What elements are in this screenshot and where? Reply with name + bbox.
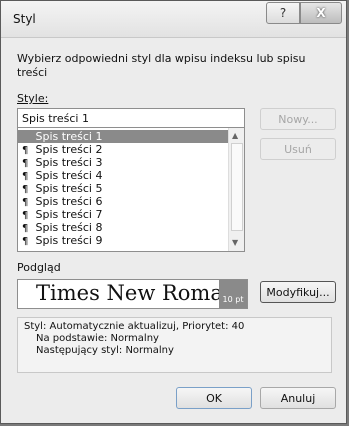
- list-item[interactable]: ¶ Spis treści 8: [18, 221, 228, 234]
- help-icon: ?: [279, 6, 287, 20]
- list-item[interactable]: ¶ Spis treści 6: [18, 195, 228, 208]
- ok-button[interactable]: OK: [176, 387, 252, 409]
- modify-button[interactable]: Modyfikuj...: [260, 281, 336, 303]
- cancel-button[interactable]: Anuluj: [260, 387, 336, 409]
- list-item-label: Spis treści 7: [35, 208, 103, 221]
- style-name-input[interactable]: Spis treści 1: [17, 108, 245, 129]
- scroll-thumb[interactable]: [231, 143, 243, 231]
- close-icon: X: [316, 6, 326, 20]
- preview-box: Times New Roman 10 pt: [17, 279, 248, 309]
- scroll-down-icon[interactable]: ▼: [232, 238, 238, 247]
- list-item[interactable]: ¶ Spis treści 3: [18, 156, 228, 169]
- style-description: Styl: Automatycznie aktualizuj, Prioryte…: [17, 317, 332, 373]
- list-item-label: Spis treści 4: [35, 169, 103, 182]
- preview-label: Podgląd: [17, 261, 61, 274]
- list-item-label: Spis treści 3: [35, 156, 103, 169]
- style-dialog: Styl ? X Wybierz odpowiedni styl dla wpi…: [0, 0, 347, 424]
- delete-style-button[interactable]: Usuń: [260, 138, 336, 160]
- styles-listbox[interactable]: Spis treści 1 ¶ Spis treści 2 ¶ Spis tre…: [17, 127, 245, 252]
- list-scrollbar[interactable]: ▲ ▼: [228, 128, 244, 251]
- instruction-text: Wybierz odpowiedni styl dla wpisu indeks…: [17, 52, 306, 79]
- list-item[interactable]: ¶ Spis treści 9: [18, 234, 228, 247]
- list-item[interactable]: ¶ Spis treści 4: [18, 169, 228, 182]
- help-button[interactable]: ?: [266, 2, 300, 24]
- list-item[interactable]: ¶ Spis treści 5: [18, 182, 228, 195]
- preview-font-size: 10 pt: [219, 280, 247, 308]
- paragraph-mark-icon: ¶: [22, 236, 29, 247]
- title-bar: Styl ? X: [1, 1, 346, 38]
- list-item-label: Spis treści 5: [35, 182, 103, 195]
- list-item-label: Spis treści 9: [35, 234, 103, 247]
- close-button[interactable]: X: [300, 2, 342, 24]
- list-item-label: Spis treści 1: [35, 130, 103, 143]
- list-item[interactable]: ¶ Spis treści 2: [18, 143, 228, 156]
- list-item-label: Spis treści 2: [35, 143, 103, 156]
- style-label: Style:: [17, 92, 49, 105]
- list-item-label: Spis treści 6: [35, 195, 103, 208]
- description-line: Na podstawie: Normalny: [36, 333, 159, 344]
- list-item[interactable]: ¶ Spis treści 7: [18, 208, 228, 221]
- description-line: Styl: Automatycznie aktualizuj, Prioryte…: [24, 321, 245, 332]
- description-line: Następujący styl: Normalny: [36, 345, 174, 356]
- list-item-label: Spis treści 8: [35, 221, 103, 234]
- list-item[interactable]: Spis treści 1: [18, 130, 228, 143]
- new-style-button[interactable]: Nowy...: [260, 108, 336, 130]
- preview-font-name: Times New Roman: [36, 281, 237, 305]
- dialog-title: Styl: [13, 12, 36, 26]
- scroll-up-icon[interactable]: ▲: [232, 131, 238, 140]
